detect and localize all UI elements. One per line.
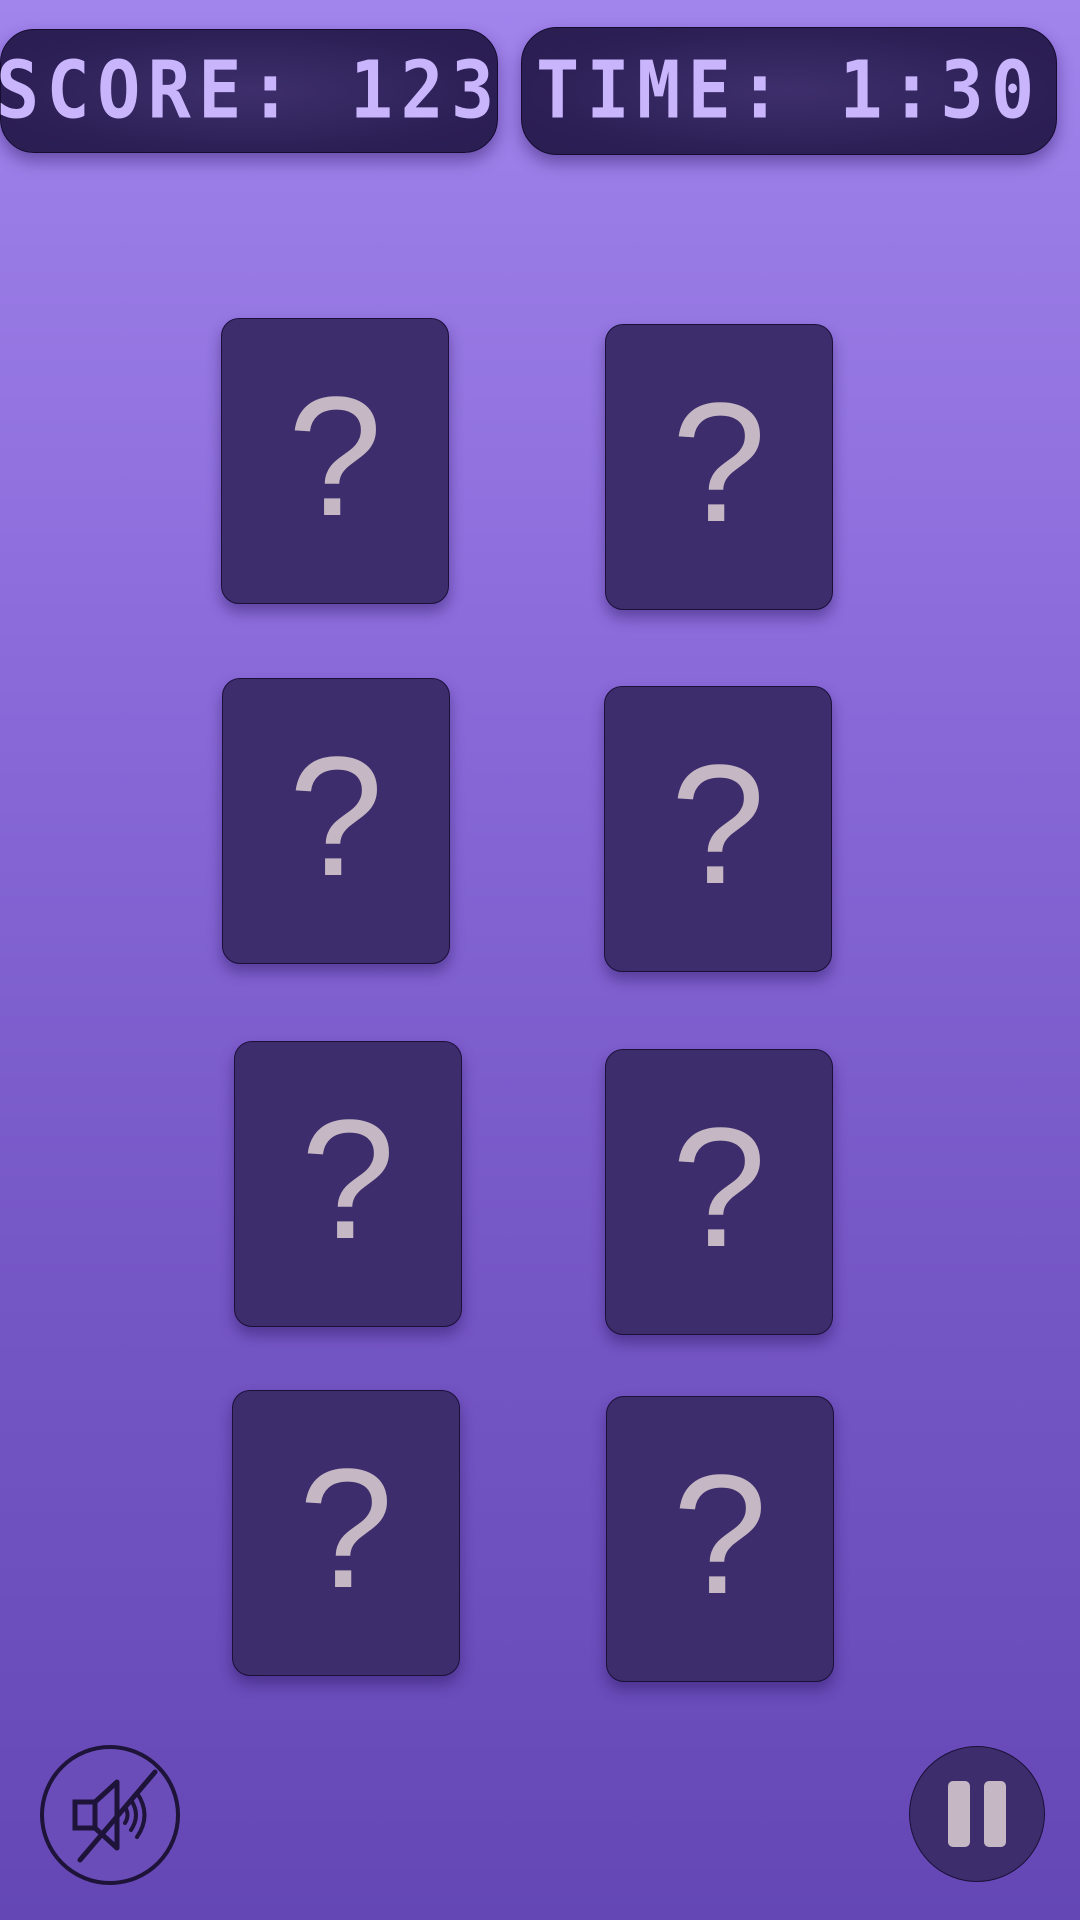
- speaker-muted-icon: [72, 1769, 158, 1863]
- card-question-mark: ?: [671, 1093, 767, 1283]
- card-question-mark: ?: [672, 1440, 768, 1630]
- memory-card-5[interactable]: ?: [234, 1041, 462, 1327]
- memory-card-2[interactable]: ?: [605, 324, 833, 610]
- memory-card-7[interactable]: ?: [232, 1390, 460, 1676]
- memory-card-8[interactable]: ?: [606, 1396, 834, 1682]
- pause-icon: [948, 1781, 970, 1847]
- card-question-mark: ?: [671, 368, 767, 558]
- memory-card-4[interactable]: ?: [604, 686, 832, 972]
- memory-card-3[interactable]: ?: [222, 678, 450, 964]
- memory-card-1[interactable]: ?: [221, 318, 449, 604]
- time-text: TIME: 1:30: [536, 45, 1042, 137]
- card-question-mark: ?: [288, 722, 384, 912]
- card-question-mark: ?: [298, 1434, 394, 1624]
- score-display: SCORE: 123: [0, 29, 498, 153]
- pause-icon-bar: [984, 1781, 1006, 1847]
- pause-button[interactable]: [909, 1746, 1045, 1882]
- timer-display: TIME: 1:30: [521, 27, 1057, 155]
- score-text: SCORE: 123: [0, 45, 502, 137]
- memory-card-6[interactable]: ?: [605, 1049, 833, 1335]
- card-question-mark: ?: [287, 362, 383, 552]
- card-question-mark: ?: [300, 1085, 396, 1275]
- card-question-mark: ?: [670, 730, 766, 920]
- mute-button[interactable]: [40, 1745, 180, 1885]
